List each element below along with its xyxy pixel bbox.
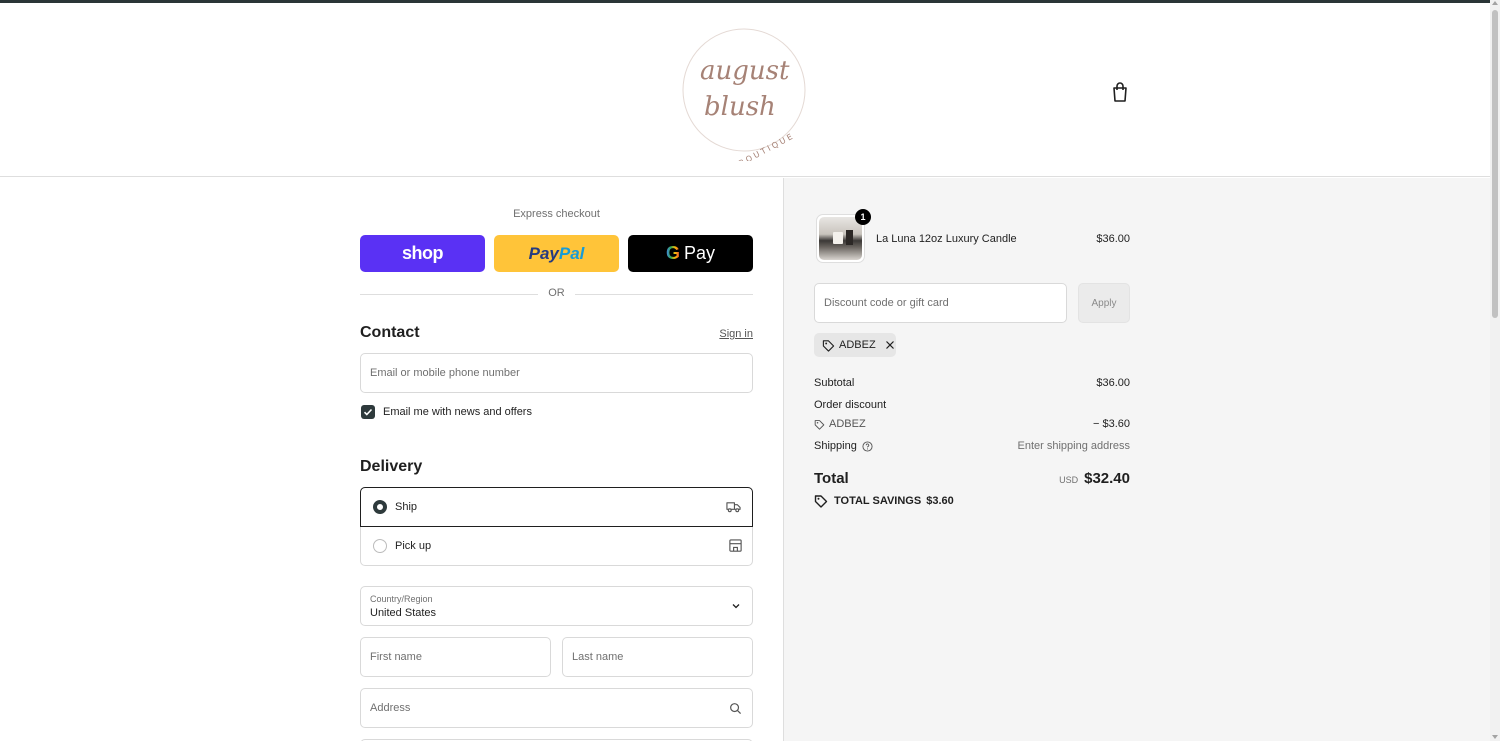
first-name-field[interactable] xyxy=(360,637,551,677)
delivery-option-ship[interactable]: Ship xyxy=(360,487,753,527)
discount-input[interactable] xyxy=(815,284,1066,322)
subtotal-value: $36.00 xyxy=(1096,377,1130,389)
savings-value: $3.60 xyxy=(926,495,954,507)
shopping-bag-icon[interactable] xyxy=(1110,81,1130,103)
applied-code-label: ADBEZ xyxy=(839,339,876,351)
candle-jar-shape xyxy=(833,232,843,244)
country-select[interactable]: Country/Region United States xyxy=(360,586,753,626)
page-scrollbar[interactable] xyxy=(1490,0,1500,741)
email-input[interactable] xyxy=(361,354,752,392)
paypal-label-1: Pay xyxy=(528,243,559,263)
news-checkbox-label: Email me with news and offers xyxy=(383,406,532,418)
pickup-label: Pick up xyxy=(395,540,432,552)
logo-script-2: blush xyxy=(704,92,776,122)
order-discount-label: Order discount xyxy=(814,399,887,411)
scroll-down-arrow-icon[interactable] xyxy=(1492,735,1498,739)
help-icon[interactable] xyxy=(862,440,873,452)
last-name-input[interactable] xyxy=(563,638,752,676)
total-savings: TOTAL SAVINGS $3.60 xyxy=(814,494,954,508)
tag-icon xyxy=(814,419,825,430)
search-icon xyxy=(730,703,742,715)
delivery-method-group: Ship Pick up xyxy=(360,487,753,566)
logo-sub: BOUTIQUE xyxy=(737,131,796,161)
country-label: Country/Region xyxy=(370,594,433,604)
total-value-cell: USD $32.40 xyxy=(1059,470,1130,487)
logo-script-1: august xyxy=(700,56,790,86)
gpay-label: Pay xyxy=(683,243,716,263)
shipping-value: Enter shipping address xyxy=(1017,440,1130,452)
subtotal-label: Subtotal xyxy=(814,377,855,389)
total-label: Total xyxy=(814,470,849,487)
ship-radio[interactable] xyxy=(373,500,387,514)
total-currency: USD xyxy=(1059,475,1079,485)
express-checkout-label: Express checkout xyxy=(513,208,600,220)
paypal-label-2: Pal xyxy=(558,243,585,263)
store-icon xyxy=(729,539,742,552)
delivery-option-pickup[interactable]: Pick up xyxy=(361,527,754,566)
discount-value: − $3.60 xyxy=(1092,418,1130,430)
news-checkbox[interactable] xyxy=(361,405,375,419)
discount-field[interactable] xyxy=(814,283,1067,323)
google-g-icon: G xyxy=(665,243,680,263)
ship-label: Ship xyxy=(395,501,418,513)
apply-button[interactable]: Apply xyxy=(1078,283,1130,323)
candle-box-shape xyxy=(846,230,853,245)
paypal-button[interactable]: Pay Pal xyxy=(494,235,619,272)
product-image xyxy=(819,217,862,260)
delivery-title: Delivery xyxy=(360,458,423,475)
discount-code-label: ADBEZ xyxy=(829,418,866,430)
shipping-label: Shipping xyxy=(814,440,857,452)
first-name-input[interactable] xyxy=(361,638,550,676)
contact-title: Contact xyxy=(360,324,420,341)
last-name-field[interactable] xyxy=(562,637,753,677)
brand-logo[interactable]: august blush BOUTIQUE xyxy=(682,27,808,161)
shipping-label-cell: Shipping xyxy=(814,440,873,452)
tag-icon xyxy=(822,339,835,352)
or-label: OR xyxy=(548,287,565,299)
scroll-up-arrow-icon[interactable] xyxy=(1492,1,1498,5)
tag-icon xyxy=(814,495,828,508)
product-price: $36.00 xyxy=(1096,233,1130,245)
address-input[interactable] xyxy=(361,689,752,727)
checkout-form-panel: Express checkout shop Pay Pal G Pay OR Con… xyxy=(0,178,783,741)
product-name: La Luna 12oz Luxury Candle xyxy=(876,233,1017,245)
sign-in-link[interactable]: Sign in xyxy=(690,328,753,340)
savings-label: TOTAL SAVINGS xyxy=(834,495,922,507)
email-field[interactable] xyxy=(360,353,753,393)
pickup-radio[interactable] xyxy=(373,539,387,553)
address-field[interactable] xyxy=(360,688,753,728)
product-thumbnail: 1 xyxy=(816,209,871,263)
or-divider: OR xyxy=(360,287,753,301)
quantity-badge: 1 xyxy=(855,209,871,225)
shop-pay-button[interactable]: shop xyxy=(360,235,485,272)
google-pay-button[interactable]: G Pay xyxy=(628,235,753,272)
discount-code-cell: ADBEZ xyxy=(814,418,866,430)
total-value: $32.40 xyxy=(1084,470,1130,487)
site-header: august blush BOUTIQUE xyxy=(0,3,1490,177)
applied-discount-chip: ADBEZ xyxy=(814,333,896,357)
scrollbar-thumb[interactable] xyxy=(1492,10,1498,318)
chevron-down-icon xyxy=(732,604,740,609)
shop-pay-label: shop xyxy=(402,243,444,263)
country-value: United States xyxy=(370,607,437,619)
checkmark-icon xyxy=(363,408,373,416)
close-icon[interactable] xyxy=(885,340,895,350)
truck-icon xyxy=(726,502,741,513)
order-summary-panel: 1 La Luna 12oz Luxury Candle $36.00 Appl… xyxy=(783,178,1490,741)
